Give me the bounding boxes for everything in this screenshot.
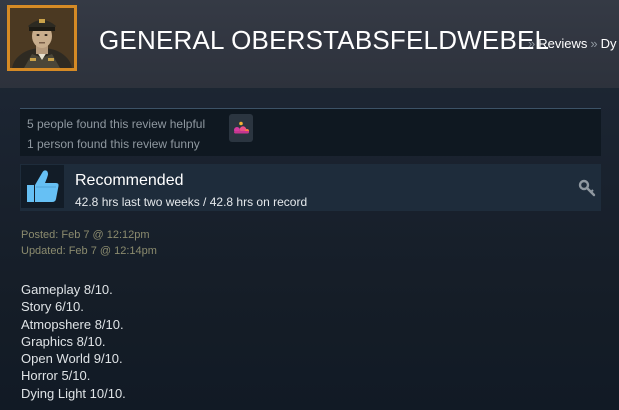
thumbs-up-icon [21,165,64,208]
breadcrumb-separator: » [590,36,598,51]
updated-date: Updated: Feb 7 @ 12:14pm [21,245,157,257]
military-officer-portrait [10,8,74,68]
thumb-box [21,165,64,208]
award-button[interactable] [229,114,253,142]
profile-header: GENERAL OBERSTABSFELDWEBEL » Reviews» Dy [0,0,619,88]
posted-date: Posted: Feb 7 @ 12:12pm [21,229,150,241]
review-line: Story 6/10. [21,299,84,315]
avatar[interactable] [7,5,77,71]
persona-name[interactable]: GENERAL OBERSTABSFELDWEBEL [99,25,549,56]
verdict-title[interactable]: Recommended [75,172,184,190]
helpful-count: 5 people found this review helpful [27,117,206,131]
award-icon [234,121,249,134]
breadcrumb-game-link[interactable]: Dy [601,36,617,51]
breadcrumb-reviews-link[interactable]: Reviews [538,36,587,51]
playtime-hours: 42.8 hrs last two weeks / 42.8 hrs on re… [75,195,308,209]
review-page: GENERAL OBERSTABSFELDWEBEL » Reviews» Dy 5… [0,0,619,410]
review-line: Graphics 8/10. [21,333,106,349]
review-line: Dying Light 10/10. [21,385,126,401]
review-text: Gameplay 8/10. Story 6/10. Atmopshere 8/… [21,281,126,402]
breadcrumb-separator: » [528,36,536,51]
review-line: Horror 5/10. [21,368,91,384]
key-icon [578,179,596,197]
rating-summary: 5 people found this review helpful 1 per… [20,108,601,156]
breadcrumb: » Reviews» Dy [525,36,616,51]
review-line: Atmopshere 8/10. [21,316,124,332]
funny-count: 1 person found this review funny [27,137,200,151]
review-line: Gameplay 8/10. [21,282,113,297]
review-verdict: Recommended 42.8 hrs last two weeks / 42… [20,164,601,211]
review-line: Open World 9/10. [21,351,123,367]
